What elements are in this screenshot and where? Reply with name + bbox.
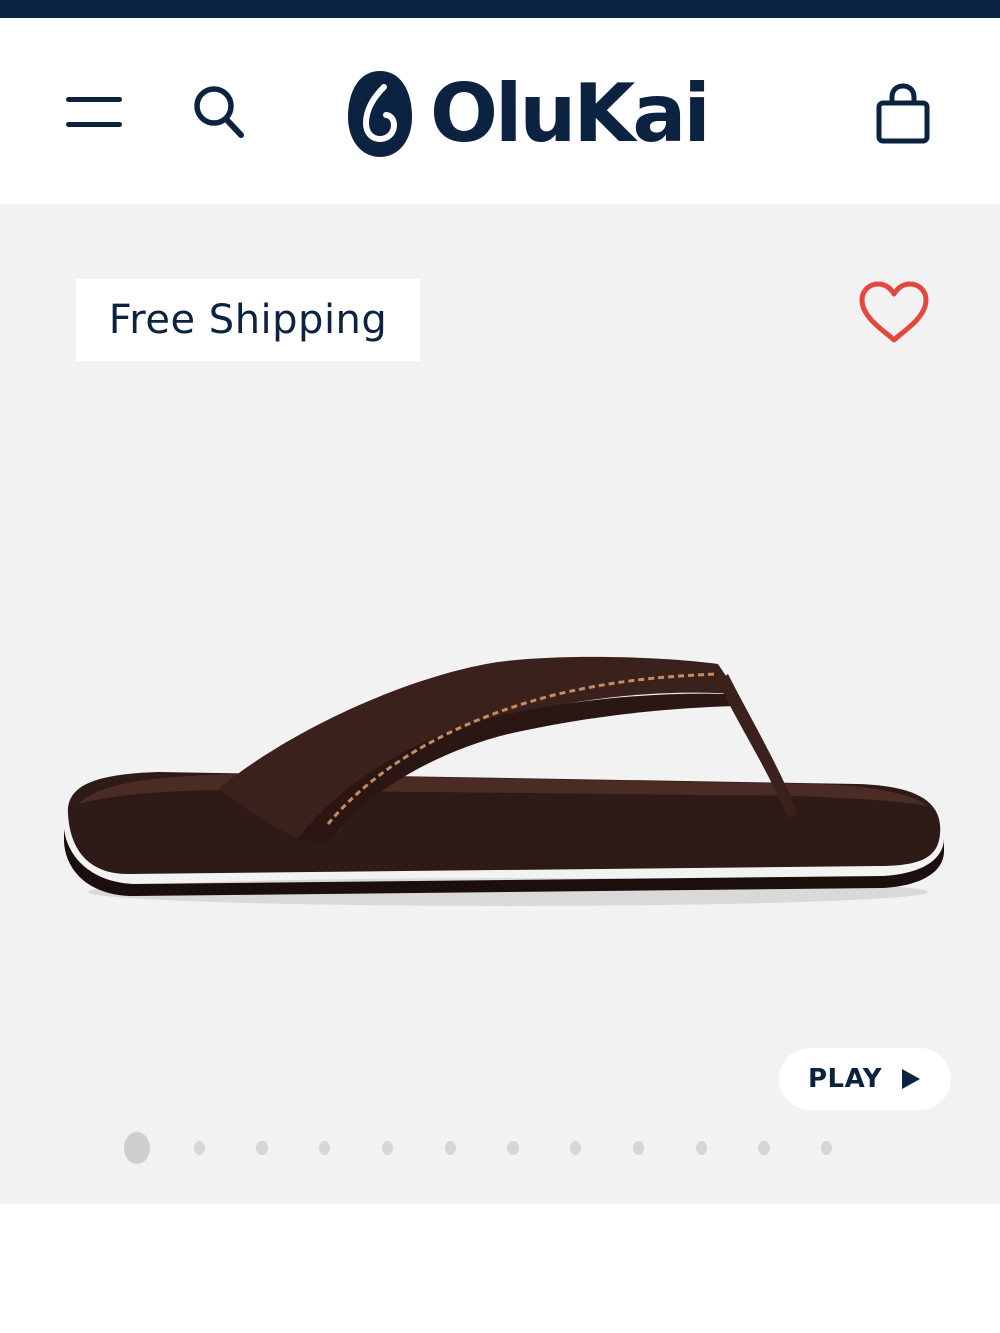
heart-outline-icon [859,281,929,343]
play-triangle-icon [902,1069,921,1089]
pagination-dot-3[interactable] [256,1141,268,1155]
pagination-dot-1[interactable] [124,1132,150,1164]
pagination-dot-7[interactable] [507,1141,519,1155]
top-announcement-strip [0,0,1000,18]
search-button[interactable] [184,76,254,148]
pagination-dot-9[interactable] [632,1141,645,1155]
pagination-dot-10[interactable] [695,1141,707,1155]
product-sandal-image [64,656,944,906]
shopping-bag-icon [876,83,930,144]
product-image-gallery[interactable]: Free Shipping PLAY [0,204,1000,1204]
pagination-dot-2[interactable] [193,1141,205,1155]
pagination-dot-12[interactable] [821,1141,833,1155]
pagination-dot-6[interactable] [444,1141,456,1155]
free-shipping-text: Free Shipping [108,297,388,343]
pagination-dot-5[interactable] [381,1141,394,1155]
search-icon [194,86,244,138]
brand-logo[interactable]: OluKai [344,64,778,164]
play-video-button[interactable]: PLAY [779,1048,951,1110]
pagination-dot-4[interactable] [319,1141,331,1155]
free-shipping-badge: Free Shipping [76,279,420,361]
pagination-dot-11[interactable] [758,1141,770,1155]
site-header: OluKai [0,18,1000,204]
hamburger-menu-icon [66,97,122,127]
wishlist-button[interactable] [856,280,932,346]
pagination-dot-8[interactable] [570,1141,582,1155]
menu-button[interactable] [56,80,132,144]
play-label: PLAY [807,1064,883,1094]
brand-wordmark: OluKai [430,67,711,160]
cart-button[interactable] [864,74,942,154]
gallery-pagination [124,1132,884,1164]
fishhook-logo-icon [348,71,412,157]
